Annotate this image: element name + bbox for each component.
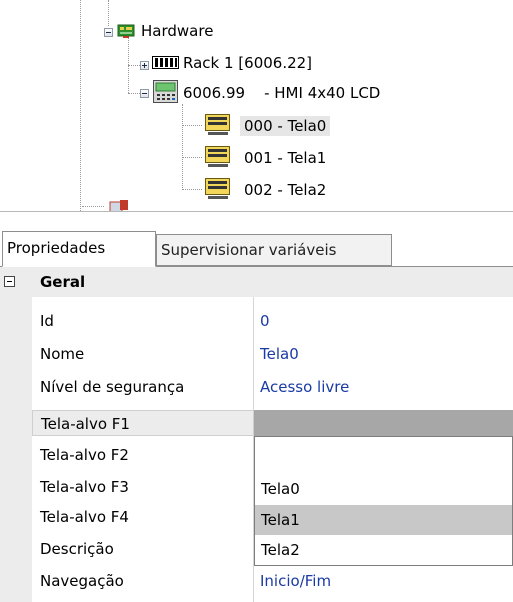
property-name: Navegação [40, 572, 124, 590]
tree-connector [128, 65, 140, 66]
property-name: Nome [40, 345, 85, 363]
property-row-tela-alvo-f1[interactable]: Tela-alvo F1 [32, 410, 513, 436]
transfer-icon [108, 198, 134, 211]
tree-connector [128, 93, 140, 94]
category-row: Geral [0, 267, 513, 297]
tree-node-hmi[interactable]: 6006.99 - HMI 4x40 LCD [183, 83, 380, 103]
tree-connector [108, 0, 109, 26]
dropdown-option-tela0[interactable]: Tela0 [255, 474, 512, 504]
tree-connector [82, 206, 104, 207]
property-value[interactable]: Acesso livre [254, 374, 513, 400]
property-name: Tela-alvo F1 [32, 410, 254, 436]
screen-icon [205, 178, 231, 200]
property-value-editor[interactable] [254, 410, 513, 436]
rack-icon [152, 56, 182, 70]
tree-connector [182, 104, 183, 190]
collapse-hmi-toggle[interactable] [140, 89, 149, 98]
property-value[interactable]: Tela0 [254, 341, 513, 367]
tree-node-tela0[interactable]: 000 - Tela0 [240, 116, 331, 136]
property-name: Tela-alvo F4 [40, 508, 129, 526]
tree-node-tela1[interactable]: 001 - Tela1 [244, 148, 326, 168]
collapse-category-icon[interactable] [4, 276, 15, 287]
dropdown-option-tela1[interactable]: Tela1 [255, 505, 512, 535]
screen-icon [205, 146, 231, 168]
property-name: Tela-alvo F2 [40, 446, 129, 464]
property-row-navegacao[interactable]: Navegação Inicio/Fim [32, 568, 513, 594]
tree-connector [80, 0, 81, 211]
screen-icon [205, 114, 231, 136]
panel-tabbar: Propriedades Supervisionar variáveis [0, 211, 513, 268]
property-value[interactable]: 0 [254, 308, 513, 334]
tree-connector [182, 157, 202, 158]
property-row-nivel-seguranca[interactable]: Nível de segurança Acesso livre [32, 374, 513, 400]
expand-rack-toggle[interactable] [140, 61, 149, 70]
tree-connector [182, 125, 202, 126]
tab-propriedades[interactable]: Propriedades [2, 231, 156, 267]
hardware-icon [117, 24, 135, 39]
property-value[interactable]: Inicio/Fim [254, 568, 513, 594]
tree-node-tela2[interactable]: 002 - Tela2 [244, 180, 326, 200]
tree-node-hardware[interactable]: Hardware [141, 21, 213, 41]
collapse-hardware-toggle[interactable] [104, 28, 113, 37]
tela-alvo-dropdown-list[interactable]: Tela0 Tela1 Tela2 [254, 436, 513, 566]
tab-supervisionar-variaveis[interactable]: Supervisionar variáveis [156, 234, 392, 266]
dropdown-option-empty[interactable] [255, 439, 512, 469]
property-row-nome[interactable]: Nome Tela0 [32, 341, 513, 367]
tree-connector [182, 189, 202, 190]
property-name: Tela-alvo F3 [40, 478, 129, 496]
property-row-id[interactable]: Id 0 [32, 308, 513, 334]
category-label: Geral [40, 273, 86, 291]
property-name: Id [40, 312, 54, 330]
property-name: Descrição [40, 540, 114, 558]
project-tree: Hardware Rack 1 [6006.22] 6006.99 - HMI … [0, 0, 513, 211]
tree-node-rack[interactable]: Rack 1 [6006.22] [183, 53, 312, 73]
dropdown-option-tela2[interactable]: Tela2 [255, 535, 512, 565]
property-name: Nível de segurança [40, 378, 185, 396]
hmi-icon [153, 80, 179, 104]
